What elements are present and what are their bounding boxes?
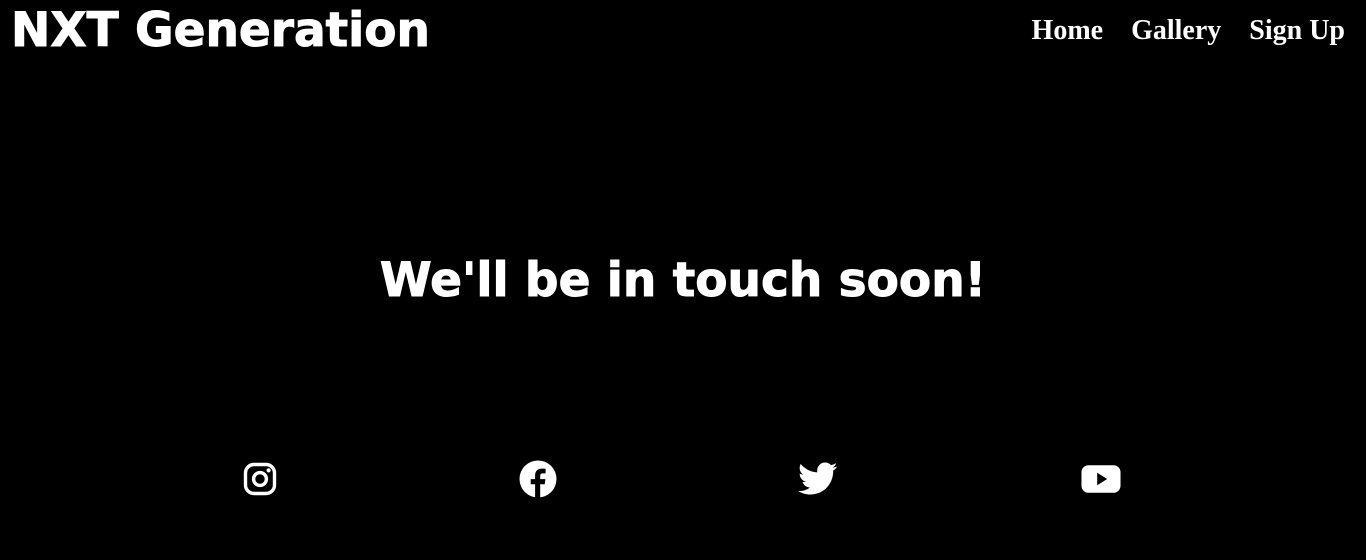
site-title[interactable]: NXT Generation (10, 2, 430, 60)
twitter-icon[interactable] (798, 459, 838, 499)
facebook-icon[interactable] (518, 459, 558, 499)
nav-link-sign-up[interactable]: Sign Up (1249, 13, 1345, 49)
youtube-icon[interactable] (1081, 459, 1121, 499)
main-nav: Home Gallery Sign Up (1032, 13, 1345, 49)
nav-link-home[interactable]: Home (1032, 13, 1104, 49)
confirmation-message: We'll be in touch soon! (379, 253, 987, 309)
site-header: NXT Generation Home Gallery Sign Up (0, 0, 1366, 64)
instagram-icon[interactable] (240, 459, 280, 499)
nav-link-gallery[interactable]: Gallery (1131, 13, 1221, 49)
